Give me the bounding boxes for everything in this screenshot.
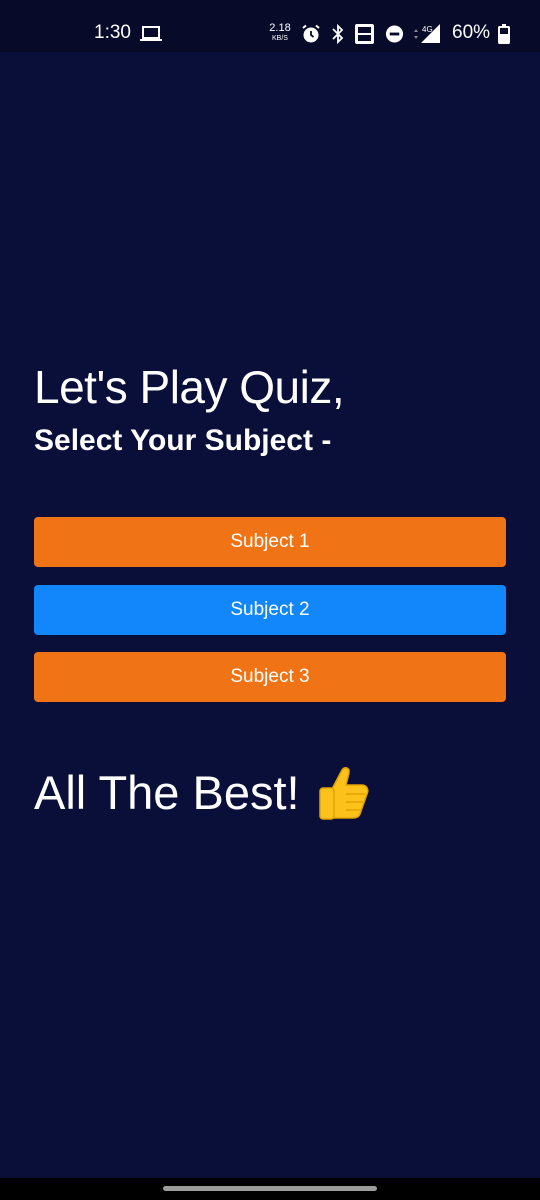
alarm-icon bbox=[302, 24, 320, 43]
subject-3-button[interactable]: Subject 3 bbox=[34, 652, 506, 702]
battery-icon bbox=[498, 24, 510, 44]
subject-1-button[interactable]: Subject 1 bbox=[34, 517, 506, 567]
navigation-bar bbox=[0, 1178, 540, 1200]
page-title: Let's Play Quiz, bbox=[34, 361, 345, 413]
subject-2-button[interactable]: Subject 2 bbox=[34, 585, 506, 635]
bluetooth-icon bbox=[332, 24, 344, 44]
signal-4g-icon: 4G bbox=[414, 24, 440, 43]
battery-percent: 60% bbox=[452, 22, 491, 43]
status-time: 1:30 bbox=[94, 22, 131, 43]
home-gesture-handle[interactable] bbox=[163, 1186, 377, 1191]
page-subtitle: Select Your Subject - bbox=[34, 424, 332, 457]
network-type-label: 4G bbox=[422, 25, 433, 34]
laptop-icon bbox=[140, 26, 162, 41]
thumbs-up-icon bbox=[318, 767, 369, 820]
network-speed-value: 2.18 bbox=[269, 22, 291, 34]
network-speed-unit: KB/S bbox=[272, 35, 288, 42]
do-not-disturb-icon bbox=[385, 25, 404, 43]
volte-icon bbox=[355, 24, 374, 44]
good-luck-text: All The Best! bbox=[34, 765, 300, 819]
status-bar: 1:30 2.18 KB/S 4G 60% bbox=[0, 0, 540, 52]
network-speed: 2.18 KB/S bbox=[268, 22, 292, 43]
good-luck-message: All The Best! bbox=[34, 762, 372, 822]
